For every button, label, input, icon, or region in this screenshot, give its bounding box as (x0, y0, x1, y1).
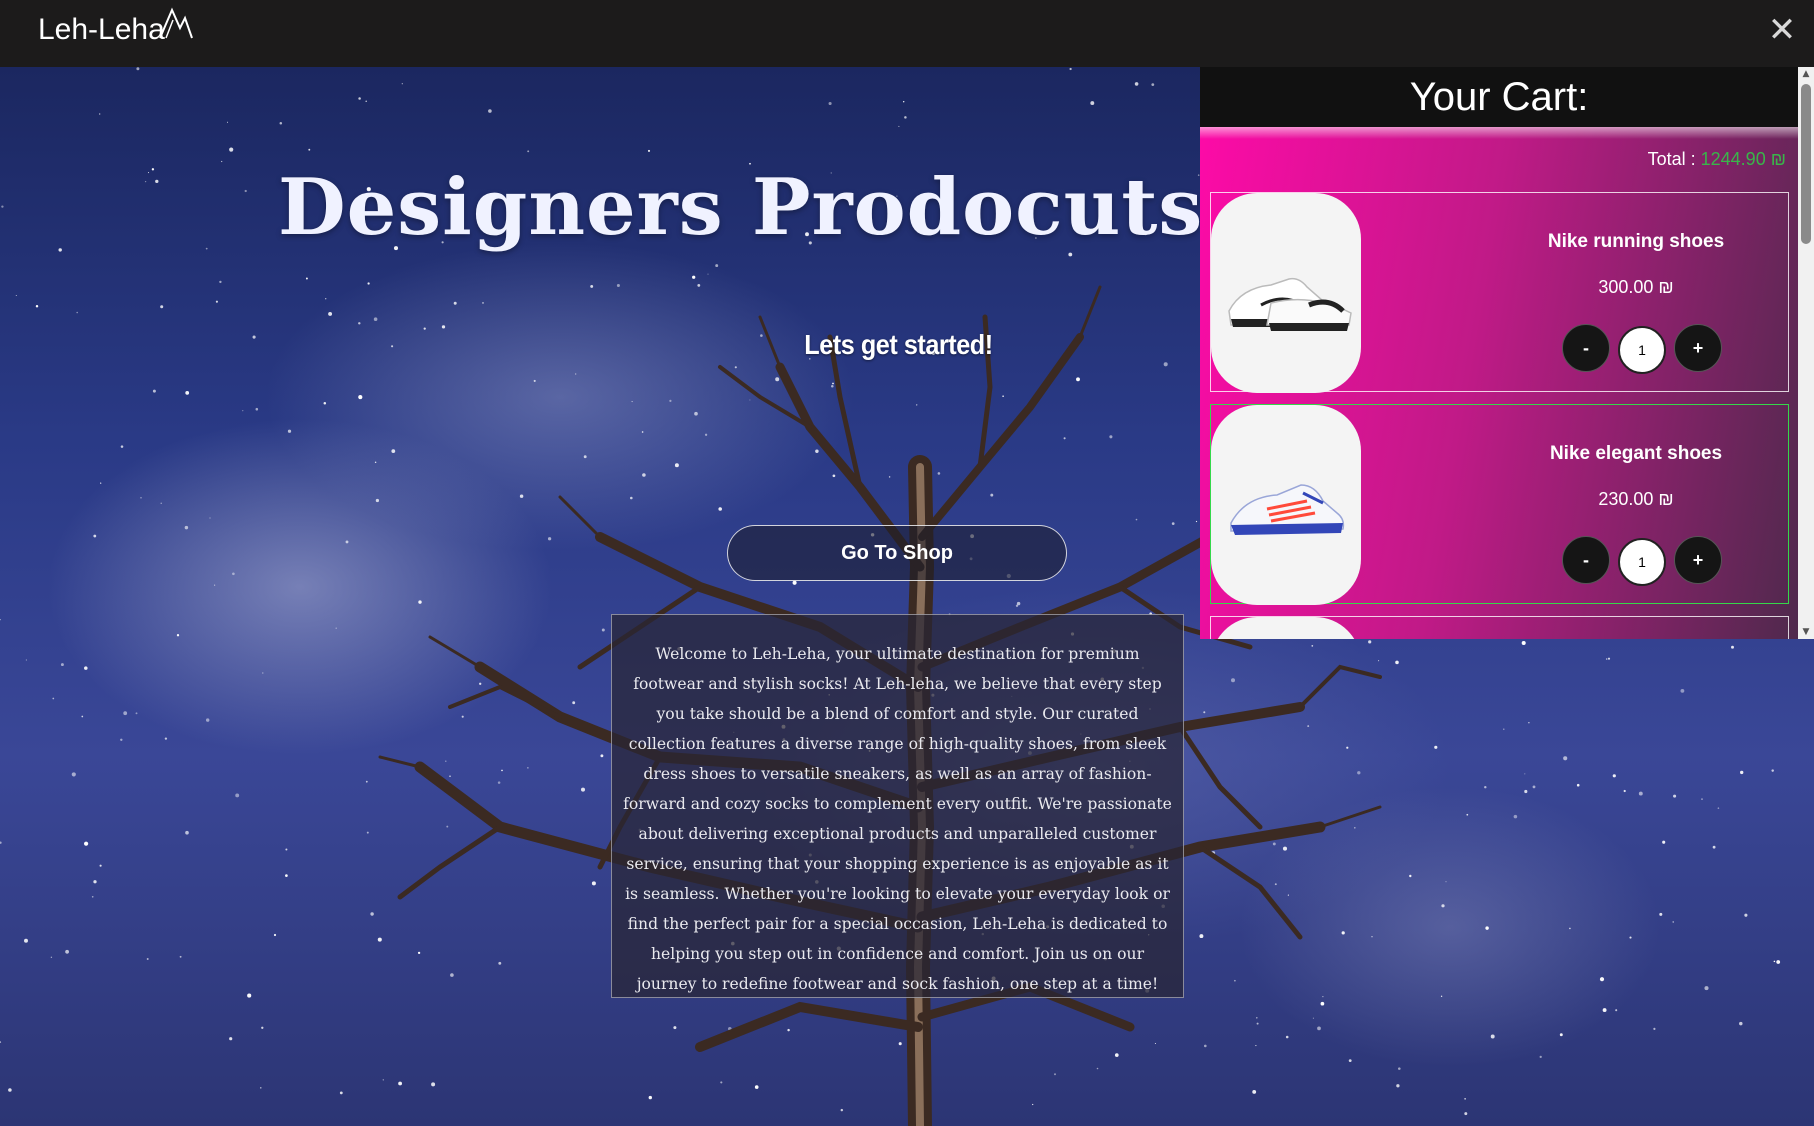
cart-item (1210, 616, 1789, 639)
sneaker-image-icon (1230, 484, 1345, 535)
about-text-box: Welcome to Leh-Leha, your ultimate desti… (611, 614, 1184, 998)
increase-quantity-button[interactable]: + (1674, 536, 1722, 584)
scrollbar-thumb[interactable] (1801, 84, 1811, 244)
go-to-shop-button[interactable]: Go To Shop (727, 525, 1067, 581)
cart-item-name: Nike elegant shoes (1549, 443, 1723, 464)
cart-total: Total : 1244.90 ₪ (1648, 149, 1786, 170)
quantity-field[interactable]: 1 (1618, 326, 1666, 374)
cart-item-price: 230.00 ₪ (1598, 489, 1674, 509)
increase-quantity-button[interactable]: + (1674, 324, 1722, 372)
cart-total-label: Total : (1647, 149, 1696, 169)
scroll-down-arrow-icon[interactable]: ▼ (1798, 625, 1814, 639)
cart-item-name: Nike running shoes (1547, 231, 1725, 252)
decrease-quantity-button[interactable]: - (1562, 536, 1610, 584)
cart-item: Nike elegant shoes 230.00 ₪ - 1 + (1210, 404, 1789, 605)
decrease-quantity-button[interactable]: - (1562, 324, 1610, 372)
quantity-field[interactable]: 1 (1618, 538, 1666, 586)
top-navbar: Leh-Leha ✕ (0, 0, 1814, 67)
cart-title: Your Cart: (1200, 67, 1798, 127)
cart-scrollbar[interactable]: ▲ ▼ (1798, 67, 1814, 639)
product-image-partial[interactable] (1211, 617, 1361, 639)
mountain-logo-icon (159, 7, 193, 39)
cart-total-value: 1244.90 ₪ (1700, 149, 1786, 169)
sneaker-image-icon (1228, 277, 1352, 331)
product-image-elegant-shoes[interactable] (1211, 405, 1361, 605)
close-icon[interactable]: ✕ (1764, 10, 1800, 50)
scroll-up-arrow-icon[interactable]: ▲ (1798, 67, 1814, 81)
product-image-running-shoes[interactable] (1211, 193, 1361, 393)
logo-text[interactable]: Leh-Leha (38, 10, 165, 50)
cart-item-price: 300.00 ₪ (1598, 277, 1674, 297)
cart-panel: Your Cart: Total : 1244.90 ₪ Nike runnin… (1200, 67, 1814, 639)
hero-title: Designers Prodocuts A (278, 162, 1294, 253)
cart-header-divider (1200, 127, 1798, 139)
cart-item: Nike running shoes 300.00 ₪ - 1 + (1210, 192, 1789, 393)
